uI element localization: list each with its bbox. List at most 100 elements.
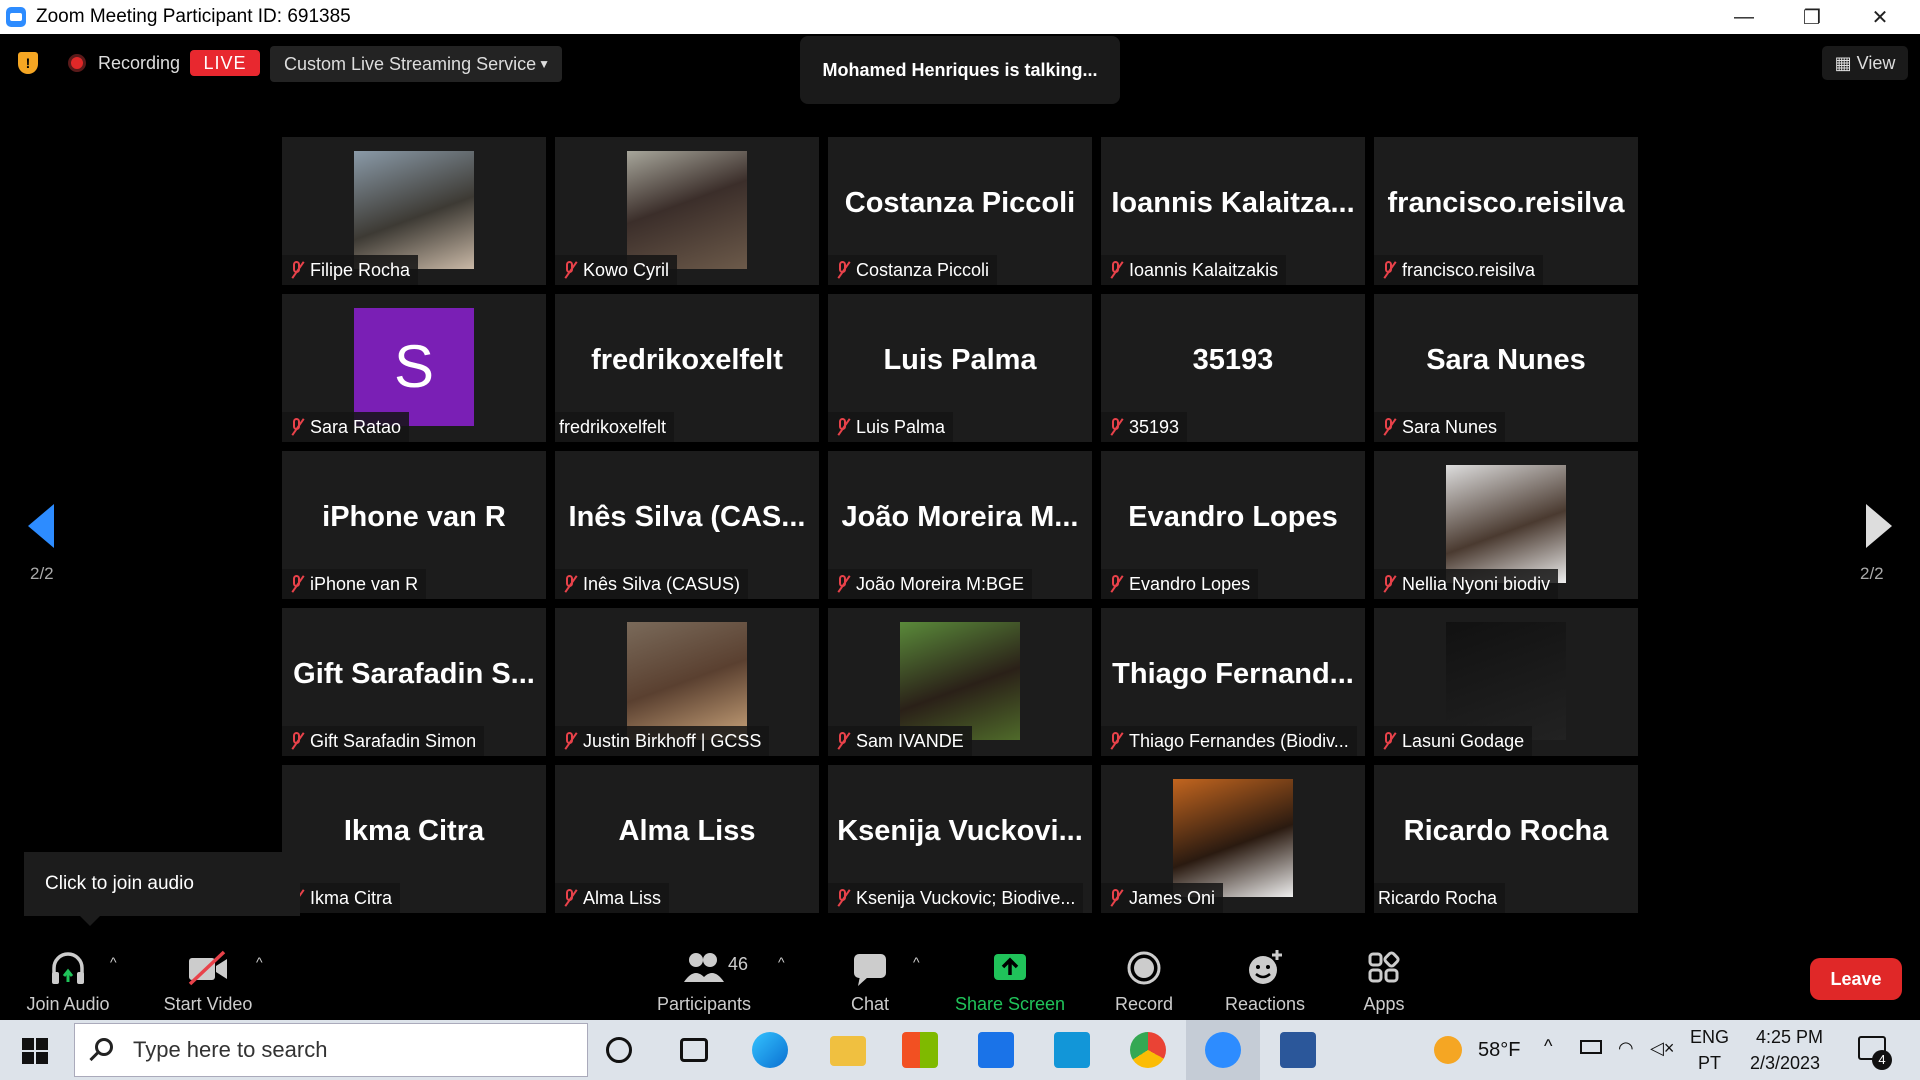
minimize-button[interactable]: —	[1710, 0, 1778, 34]
microsoft-store-icon[interactable]	[902, 1032, 938, 1068]
edge-browser-icon[interactable]	[752, 1032, 788, 1068]
mic-muted-icon	[834, 418, 851, 436]
participant-tile[interactable]: Alma Liss Alma Liss	[555, 765, 819, 913]
task-view-icon[interactable]	[680, 1038, 708, 1062]
participant-display-name: Ikma Citra	[343, 815, 485, 847]
participants-options-caret-icon[interactable]: ^	[778, 954, 785, 970]
participant-display-name: Gift Sarafadin S...	[293, 658, 535, 690]
participant-display-name: Ksenija Vuckovi...	[837, 815, 1083, 847]
participant-tile[interactable]: João Moreira M... João Moreira M:BGE	[828, 451, 1092, 599]
share-screen-label: Share Screen	[954, 994, 1066, 1014]
participant-tile[interactable]: 35193 35193	[1101, 294, 1365, 442]
participant-name-label: fredrikoxelfelt	[555, 412, 675, 442]
tooltip-text: Click to join audio	[45, 873, 194, 894]
zoom-logo-icon	[6, 7, 26, 27]
participant-tile[interactable]: Evandro Lopes Evandro Lopes	[1101, 451, 1365, 599]
participant-name: Sam IVANDE	[856, 731, 964, 751]
participant-tile[interactable]: Ioannis Kalaitza... Ioannis Kalaitzakis	[1101, 137, 1365, 285]
next-page-arrow-icon[interactable]	[1866, 504, 1892, 548]
participant-name-label: Inês Silva (CASUS)	[555, 569, 749, 599]
chrome-icon[interactable]	[1130, 1032, 1166, 1068]
record-button[interactable]: Record	[1104, 948, 1184, 1015]
participant-tile[interactable]: Filipe Rocha	[282, 137, 546, 285]
recording-label: Recording	[98, 53, 181, 73]
close-button[interactable]: ✕	[1846, 0, 1914, 34]
video-options-caret-icon[interactable]: ^	[256, 954, 263, 970]
participant-display-name: Thiago Fernand...	[1112, 658, 1354, 690]
participant-tile[interactable]: francisco.reisilva francisco.reisilva	[1374, 137, 1638, 285]
wifi-icon[interactable]: ◠	[1618, 1038, 1634, 1059]
reactions-button[interactable]: Reactions	[1220, 948, 1310, 1015]
participant-tile[interactable]: Gift Sarafadin S... Gift Sarafadin Simon	[282, 608, 546, 756]
participant-name-label: Ksenija Vuckovic; Biodive...	[828, 883, 1084, 913]
participant-gallery: Filipe Rocha Kowo Cyril Costanza Piccoli Co…	[282, 137, 1638, 913]
reactions-label: Reactions	[1224, 994, 1306, 1014]
l-app-icon[interactable]	[1054, 1032, 1090, 1068]
participant-tile[interactable]: fredrikoxelfelt fredrikoxelfelt	[555, 294, 819, 442]
mic-muted-icon	[288, 732, 305, 750]
chat-bubble-icon	[850, 948, 890, 988]
participant-tile[interactable]: Luis Palma Luis Palma	[828, 294, 1092, 442]
page-indicator-right: 2/2	[1860, 564, 1884, 583]
language-pt[interactable]: PT	[1698, 1053, 1721, 1074]
participant-tile[interactable]: Inês Silva (CAS... Inês Silva (CASUS)	[555, 451, 819, 599]
view-button[interactable]: ▦ View	[1822, 46, 1908, 80]
participant-tile[interactable]: James Oni	[1101, 765, 1365, 913]
participant-tile[interactable]: Ksenija Vuckovi... Ksenija Vuckovic; Biod…	[828, 765, 1092, 913]
participant-tile[interactable]: Costanza Piccoli Costanza Piccoli	[828, 137, 1092, 285]
taskbar-search-box[interactable]: Type here to search	[74, 1023, 588, 1077]
audio-options-caret-icon[interactable]: ^	[110, 954, 117, 970]
participant-tile[interactable]: Lasuni Godage	[1374, 608, 1638, 756]
participant-tile[interactable]: Justin Birkhoff | GCSS	[555, 608, 819, 756]
join-audio-button[interactable]: Join Audio	[22, 948, 114, 1015]
participant-tile[interactable]: Ikma Citra Ikma Citra	[282, 765, 546, 913]
tray-overflow-icon[interactable]: ^	[1544, 1036, 1552, 1057]
participant-tile[interactable]: Ricardo Rocha Ricardo Rocha	[1374, 765, 1638, 913]
participant-tile[interactable]: Sara Nunes Sara Nunes	[1374, 294, 1638, 442]
volume-muted-icon[interactable]: ◁×	[1650, 1038, 1674, 1059]
leave-button[interactable]: Leave	[1810, 958, 1902, 1000]
restore-button[interactable]: ❐	[1778, 0, 1846, 34]
word-icon[interactable]	[1280, 1032, 1316, 1068]
zoom-app-icon[interactable]	[1205, 1032, 1241, 1068]
participant-name-label: Justin Birkhoff | GCSS	[555, 726, 770, 756]
join-audio-label: Join Audio	[26, 994, 110, 1014]
streaming-service-dropdown[interactable]: Custom Live Streaming Service ▼	[270, 46, 562, 82]
language-eng[interactable]: ENG	[1690, 1027, 1729, 1048]
participant-name: Ioannis Kalaitzakis	[1129, 260, 1279, 280]
share-screen-button[interactable]: Share Screen	[950, 948, 1070, 1015]
mic-muted-icon	[288, 418, 305, 436]
previous-page-arrow-icon[interactable]	[28, 504, 54, 548]
participant-name-label: Nellia Nyoni biodiv	[1374, 569, 1559, 599]
participant-tile[interactable]: iPhone van R iPhone van R	[282, 451, 546, 599]
battery-icon[interactable]	[1580, 1040, 1602, 1054]
apps-button[interactable]: Apps	[1354, 948, 1414, 1015]
file-explorer-icon[interactable]	[830, 1036, 866, 1066]
participant-tile[interactable]: Thiago Fernand... Thiago Fernandes (Biodi…	[1101, 608, 1365, 756]
participant-tile[interactable]: Sam IVANDE	[828, 608, 1092, 756]
security-shield-icon[interactable]: !	[18, 52, 38, 74]
clock-date[interactable]: 2/3/2023	[1750, 1053, 1820, 1074]
participant-tile[interactable]: Kowo Cyril	[555, 137, 819, 285]
windows-start-icon[interactable]	[22, 1038, 48, 1064]
chat-options-caret-icon[interactable]: ^	[913, 954, 920, 970]
participant-name: Sara Ratao	[310, 417, 402, 437]
mic-muted-icon	[1380, 418, 1397, 436]
participant-name-label: Filipe Rocha	[282, 255, 419, 285]
participants-button[interactable]: 46 Participants	[652, 948, 756, 1015]
participant-video	[1446, 465, 1566, 583]
cortana-icon[interactable]	[606, 1037, 632, 1063]
weather-icon[interactable]	[1434, 1036, 1462, 1064]
participant-name: Costanza Piccoli	[856, 260, 990, 280]
participant-name: Luis Palma	[856, 417, 946, 437]
start-video-button[interactable]: Start Video	[158, 948, 258, 1015]
streaming-service-label: Custom Live Streaming Service	[284, 54, 537, 74]
participants-label: Participants	[656, 994, 752, 1014]
weather-temperature[interactable]: 58°F	[1478, 1039, 1520, 1062]
participant-tile[interactable]: Nellia Nyoni biodiv	[1374, 451, 1638, 599]
participant-tile[interactable]: S Sara Ratao	[282, 294, 546, 442]
mail-icon[interactable]	[978, 1032, 1014, 1068]
clock-time[interactable]: 4:25 PM	[1756, 1027, 1823, 1048]
chat-button[interactable]: Chat	[840, 948, 900, 1015]
participant-name-label: Evandro Lopes	[1101, 569, 1259, 599]
